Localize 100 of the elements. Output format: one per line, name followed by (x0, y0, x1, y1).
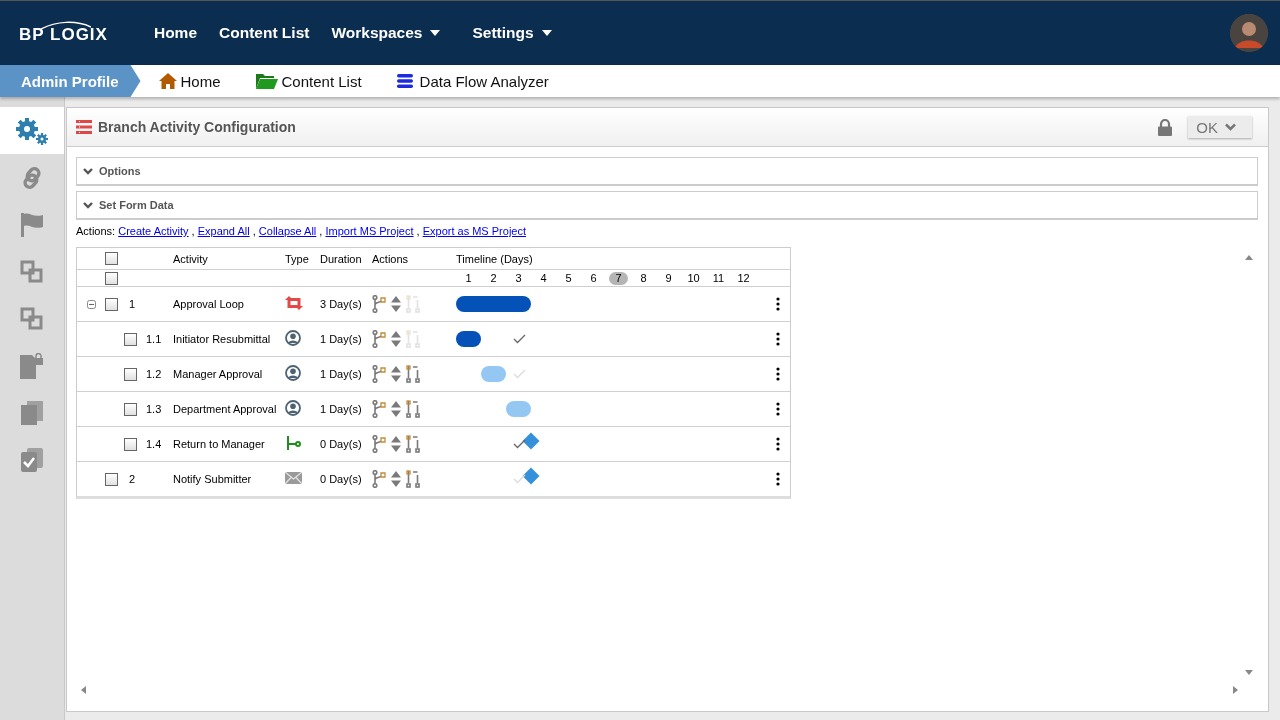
checkbox[interactable] (124, 437, 137, 451)
chevron-down-icon (1225, 123, 1236, 131)
connector-icon[interactable] (406, 470, 420, 488)
day-label: 10 (686, 271, 701, 285)
checkbox[interactable] (105, 252, 118, 266)
section-title: Options (99, 165, 141, 177)
section-header[interactable]: Options (76, 157, 1258, 186)
breadcrumb-link[interactable]: Data Flow Analyzer (419, 72, 549, 90)
day-label: 3 (514, 271, 523, 285)
sidebar-item[interactable] (0, 107, 64, 154)
action-link[interactable]: Export as MS Project (422, 225, 526, 237)
scroll-left-icon[interactable] (81, 686, 86, 694)
user-icon (285, 400, 301, 416)
column-header: Activity (173, 252, 209, 265)
locked-document-icon (20, 352, 44, 379)
row-number: 2 (129, 473, 136, 485)
section-header[interactable]: Set Form Data (76, 191, 1258, 220)
more-icon[interactable] (776, 437, 780, 451)
day-label: 2 (489, 271, 498, 285)
chevron-down-icon (83, 201, 93, 209)
flag-icon (21, 212, 43, 237)
sort-icon[interactable] (391, 366, 401, 382)
checkbox[interactable] (124, 332, 137, 346)
task-bar[interactable] (456, 296, 531, 312)
checkbox[interactable] (124, 402, 137, 416)
nav-link[interactable]: Settings (472, 24, 552, 42)
nav-link[interactable]: Workspaces (331, 24, 441, 42)
copy-icon (20, 259, 44, 284)
more-icon[interactable] (776, 472, 780, 486)
task-bar[interactable] (456, 331, 481, 347)
action-link[interactable]: Import MS Project (325, 225, 414, 237)
activity-name: Return to Manager (173, 438, 266, 450)
row-number: 1.3 (146, 403, 162, 415)
day-label: 7 (609, 271, 628, 285)
checkbox[interactable] (105, 271, 118, 285)
separator: , (318, 225, 324, 237)
column-header: Actions (372, 252, 410, 265)
more-icon[interactable] (776, 367, 780, 381)
branch-icon (285, 435, 301, 451)
action-link[interactable]: Collapse All (258, 225, 317, 237)
fork-icon[interactable] (372, 470, 386, 488)
row-number: 1.1 (146, 333, 162, 345)
activity-name: Notify Submitter (173, 473, 253, 485)
checkbox[interactable] (124, 367, 137, 381)
connector-icon[interactable] (406, 400, 420, 418)
scroll-down-icon[interactable] (1245, 670, 1253, 675)
panel-title: Branch Activity Configuration (98, 119, 296, 135)
day-label: 8 (639, 271, 648, 285)
more-icon[interactable] (776, 332, 780, 346)
sort-icon[interactable] (391, 436, 401, 452)
action-link[interactable]: Expand All (197, 225, 250, 237)
sort-icon[interactable] (391, 296, 401, 312)
separator: , (251, 225, 257, 237)
checkbox[interactable] (105, 472, 118, 486)
day-label: 9 (664, 271, 673, 285)
avatar[interactable] (1230, 14, 1268, 52)
row-number: 1.4 (146, 438, 162, 450)
fork-icon[interactable] (372, 435, 386, 453)
more-icon[interactable] (776, 402, 780, 416)
loop-arrows-icon (285, 296, 303, 310)
action-link[interactable]: Create Activity (118, 225, 189, 237)
user-icon (285, 365, 301, 381)
connector-icon[interactable] (406, 435, 420, 453)
day-label: 5 (564, 271, 573, 285)
sort-icon[interactable] (391, 471, 401, 487)
row-number: 1 (129, 298, 136, 310)
collapse-icon[interactable] (86, 299, 96, 309)
day-label: 6 (589, 271, 598, 285)
nav-link[interactable]: Content List (219, 24, 310, 42)
checkbox[interactable] (105, 297, 118, 311)
breadcrumb-link[interactable]: Content List (281, 72, 362, 90)
duration: 1 Day(s) (320, 368, 363, 380)
scroll-right-icon[interactable] (1233, 686, 1238, 694)
fork-icon[interactable] (372, 295, 386, 313)
logo-text: BP LOGIX (19, 25, 108, 45)
connector-icon[interactable] (406, 365, 420, 383)
nav-link[interactable]: Home (153, 24, 197, 42)
fork-icon[interactable] (372, 330, 386, 348)
documents-icon (21, 400, 43, 425)
activity-name: Initiator Resubmittal (173, 333, 272, 345)
fork-icon[interactable] (372, 400, 386, 418)
sort-icon[interactable] (391, 401, 401, 417)
duration: 0 Day(s) (320, 473, 363, 485)
ok-button[interactable]: OK (1188, 116, 1252, 138)
breadcrumb-link[interactable]: Home (180, 72, 221, 90)
scroll-up-icon[interactable] (1245, 255, 1253, 260)
column-header: Type (285, 252, 310, 265)
actions-label: Actions: (76, 225, 117, 237)
sort-icon[interactable] (391, 331, 401, 347)
link-icon (21, 165, 43, 190)
house-icon (158, 73, 177, 89)
user-icon (285, 330, 301, 346)
duration: 1 Day(s) (320, 333, 363, 345)
section-title: Set Form Data (99, 199, 174, 211)
more-icon[interactable] (776, 297, 780, 311)
separator: , (415, 225, 421, 237)
fork-icon[interactable] (372, 365, 386, 383)
copy-icon (20, 306, 44, 331)
checked-document-icon (21, 447, 43, 472)
duration: 3 Day(s) (320, 298, 363, 310)
